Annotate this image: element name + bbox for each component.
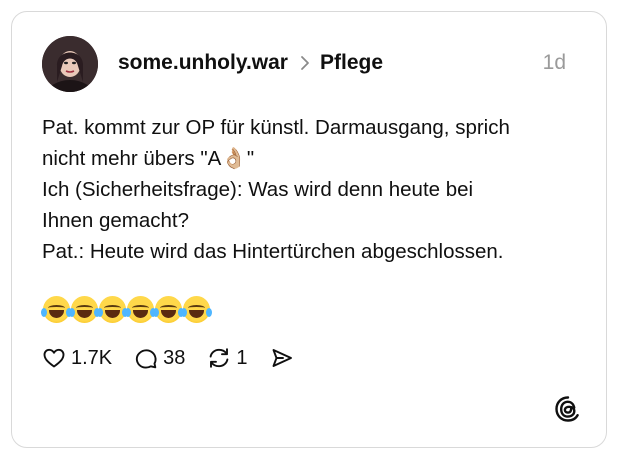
threads-logo-icon (555, 396, 579, 422)
reply-button[interactable]: 38 (134, 346, 185, 370)
avatar[interactable] (42, 36, 98, 92)
repost-arrows-icon (210, 348, 229, 368)
comment-bubble-icon (136, 349, 157, 369)
like-button[interactable]: 1.7K (42, 346, 112, 370)
post-line: Pat.: Heute wird das Hintertürchen abges… (42, 240, 504, 263)
post-line: Ihnen gemacht? (42, 209, 190, 232)
post-line: Pat. kommt zur OP für künstl. Darmausgan… (42, 116, 510, 139)
topic-tag[interactable]: Pflege (320, 51, 383, 75)
face-with-tears-of-joy-icon (125, 296, 156, 323)
face-with-tears-of-joy-icon (97, 296, 128, 323)
username[interactable]: some.unholy.war (118, 51, 288, 75)
post-line: Ich (Sicherheitsfrage): Was wird denn he… (42, 178, 474, 201)
heart-icon (43, 348, 65, 368)
emoji-row (41, 296, 212, 323)
post-text: Pat. kommt zur OP für künstl. Darmausgan… (42, 112, 572, 267)
repost-count: 1 (236, 346, 248, 369)
repost-button[interactable]: 1 (207, 346, 248, 370)
face-with-tears-of-joy-icon (41, 296, 72, 323)
face-with-tears-of-joy-icon (181, 296, 212, 323)
like-count: 1.7K (71, 346, 113, 369)
send-icon (272, 349, 292, 367)
post-line: nicht mehr übers "A👌🏼" (42, 147, 255, 170)
action-bar: 1.7K 38 1 (42, 346, 321, 370)
face-with-tears-of-joy-icon (153, 296, 184, 323)
timestamp[interactable]: 1d (543, 51, 566, 75)
share-button[interactable] (270, 346, 299, 370)
face-with-tears-of-joy-icon (69, 296, 100, 323)
post-card[interactable]: some.unholy.war Pflege 1d Pat. kommt zur… (11, 11, 607, 448)
chevron-right-icon (301, 56, 309, 70)
post-header: some.unholy.war Pflege 1d (118, 49, 566, 77)
reply-count: 38 (163, 346, 186, 369)
